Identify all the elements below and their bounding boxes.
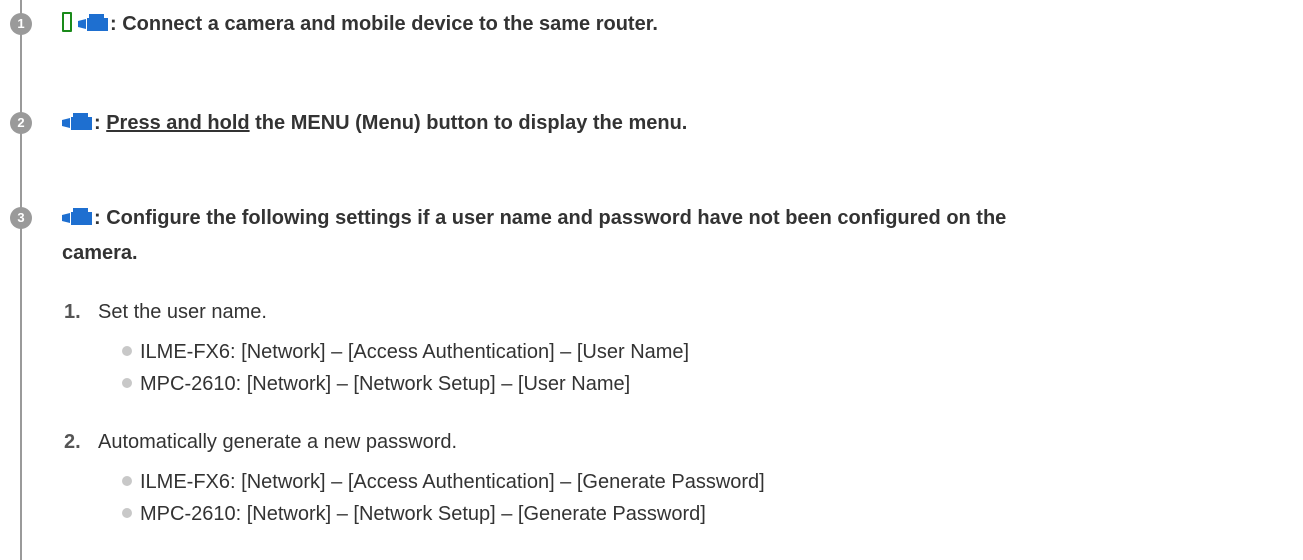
step-2-instruction: : Press and hold the MENU (Menu) button … [62,106,687,140]
step-3-text-line1: : Configure the following settings if a … [94,207,1007,229]
substep-number: 1. [64,301,81,323]
bullet-item: MPC-2610: [Network] – [Network Setup] – … [122,500,706,528]
bullet-item: ILME-FX6: [Network] – [Access Authentica… [122,468,765,496]
step-number-badge: 2 [10,112,32,134]
camera-icon [62,113,92,130]
mobile-device-icon [62,12,72,32]
substep-2: 2. Automatically generate a new password. [64,428,457,456]
step-timeline-line [20,0,22,560]
step-number-badge: 1 [10,13,32,35]
bullet-text: MPC-2610: [Network] – [Network Setup] – … [140,373,631,395]
step-3-instruction: : Configure the following settings if a … [62,201,1006,235]
step-number-badge: 3 [10,207,32,229]
bullet-dot [122,508,132,518]
bullet-text: ILME-FX6: [Network] – [Access Authentica… [140,471,765,493]
press-and-hold-link[interactable]: Press and hold [106,112,249,134]
bullet-dot [122,346,132,356]
camera-icon [78,14,108,31]
substep-1: 1. Set the user name. [64,298,267,326]
bullet-text: ILME-FX6: [Network] – [Access Authentica… [140,341,690,363]
step-3-text-line2: camera. [62,242,138,264]
step-1-instruction: : Connect a camera and mobile device to … [62,7,658,41]
step-3-instruction-cont: camera. [62,236,138,270]
camera-icon [62,208,92,225]
substep-text: Set the user name. [98,301,267,323]
substep-number: 2. [64,431,81,453]
bullet-text: MPC-2610: [Network] – [Network Setup] – … [140,503,706,525]
substep-text: Automatically generate a new password. [98,431,458,453]
bullet-dot [122,476,132,486]
bullet-dot [122,378,132,388]
bullet-item: ILME-FX6: [Network] – [Access Authentica… [122,338,689,366]
step-2-prefix: : [94,112,107,134]
step-2-text: the MENU (Menu) button to display the me… [249,112,688,134]
step-1-text: : Connect a camera and mobile device to … [110,13,658,35]
bullet-item: MPC-2610: [Network] – [Network Setup] – … [122,370,630,398]
